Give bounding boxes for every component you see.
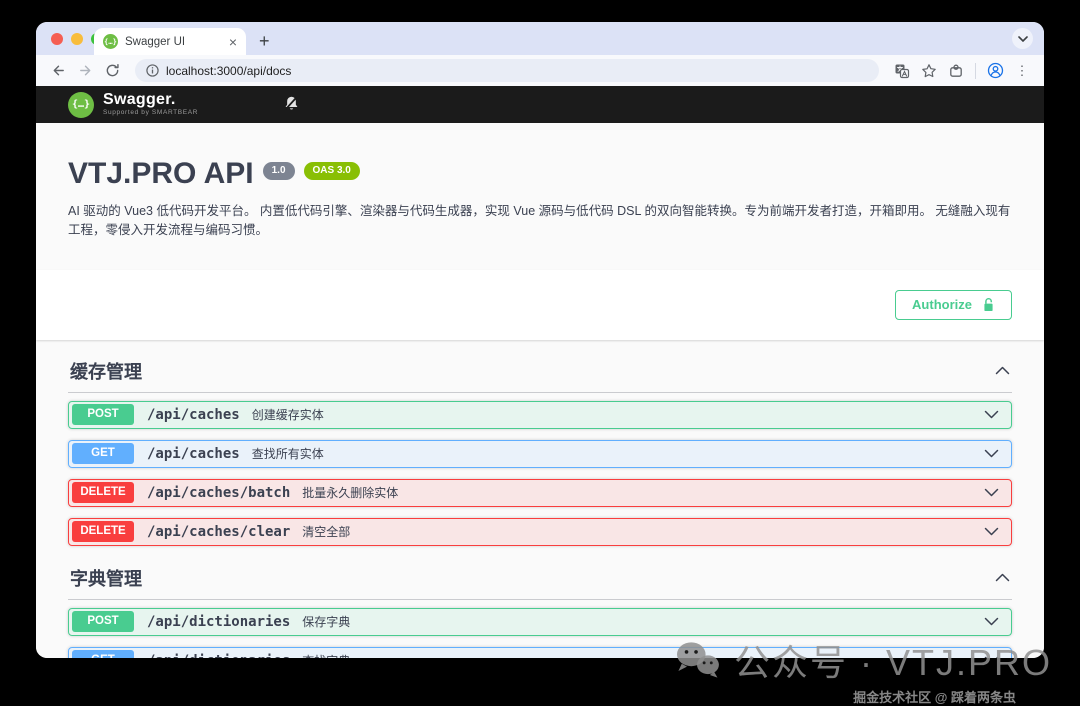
chevron-down-icon[interactable] [984, 488, 999, 497]
endpoint-summary: 清空全部 [302, 525, 351, 539]
address-bar[interactable]: localhost:3000/api/docs [135, 59, 879, 82]
authorize-button[interactable]: Authorize [895, 289, 1012, 320]
browser-tab-swagger-ui[interactable]: {…} Swagger UI × [94, 28, 246, 55]
swagger-logo: {…} Swagger. Supported by SMARTBEAR [68, 91, 199, 118]
oas-badge: OAS 3.0 [303, 162, 360, 180]
toolbar-separator [975, 62, 976, 79]
chevron-down-icon[interactable] [984, 449, 999, 458]
chevron-up-icon[interactable] [995, 366, 1010, 375]
translate-icon[interactable] [890, 59, 914, 83]
swagger-logo-text: Swagger. [103, 91, 176, 109]
chevron-up-icon[interactable] [995, 573, 1010, 582]
forward-icon[interactable] [73, 59, 97, 83]
swagger-logo-icon: {…} [68, 91, 94, 118]
swagger-favicon-icon: {…} [103, 34, 118, 49]
endpoint-path: /api/caches [147, 445, 240, 462]
api-info: VTJ.PRO API 1.0 OAS 3.0 AI 驱动的 Vue3 低代码开… [36, 123, 1044, 240]
method-badge: DELETE [72, 481, 134, 504]
endpoint-row[interactable]: POST/api/caches 创建缓存实体 [68, 400, 1012, 429]
method-badge: GET [72, 649, 134, 658]
wechat-icon [676, 642, 719, 678]
endpoint-summary: 查找所有实体 [251, 447, 324, 461]
swagger-topbar: {…} Swagger. Supported by SMARTBEAR [36, 86, 1044, 123]
method-badge: POST [72, 403, 134, 426]
endpoint-row[interactable]: DELETE/api/caches/clear 清空全部 [68, 517, 1012, 546]
endpoint-summary: 批量永久删除实体 [302, 486, 399, 500]
section-title: 缓存管理 [70, 361, 142, 382]
tab-close-icon[interactable]: × [229, 35, 237, 49]
endpoint-summary: 创建缓存实体 [251, 408, 324, 422]
bell-slash-icon [283, 95, 300, 118]
watermark-main-text: 公众号 · VTJ.PRO [733, 642, 1052, 683]
authorize-label: Authorize [912, 297, 972, 312]
section-header[interactable]: 缓存管理 [68, 350, 1012, 393]
endpoint-summary: 查找字典 [302, 652, 350, 658]
browser-toolbar: localhost:3000/api/docs ⋮ [36, 55, 1044, 86]
browser-window: {…} Swagger UI × + localhost:3000/api/do… [36, 22, 1044, 658]
endpoint-row[interactable]: DELETE/api/caches/batch 批量永久删除实体 [68, 478, 1012, 507]
browser-menu-icon[interactable]: ⋮ [1010, 59, 1034, 83]
method-badge: POST [72, 610, 134, 633]
method-badge: DELETE [72, 520, 134, 543]
section-title: 字典管理 [70, 568, 142, 589]
close-window-button[interactable] [51, 33, 63, 45]
endpoint-row[interactable]: POST/api/dictionaries 保存字典 [68, 607, 1012, 636]
bookmark-star-icon[interactable] [917, 59, 941, 83]
unlock-icon [984, 297, 993, 311]
watermark-sub-text: 掘金技术社区 @ 踩着两条虫 [853, 690, 1016, 705]
version-badge: 1.0 [262, 162, 295, 180]
chevron-down-icon[interactable] [984, 527, 999, 536]
method-badge: GET [72, 442, 134, 465]
site-info-icon[interactable] [146, 64, 159, 77]
endpoint-row[interactable]: GET/api/caches 查找所有实体 [68, 439, 1012, 468]
smartbear-subtext: Supported by SMARTBEAR [103, 109, 199, 117]
profile-avatar-icon[interactable] [983, 59, 1007, 83]
endpoint-path: /api/caches/batch [147, 484, 291, 501]
reload-icon[interactable] [100, 59, 124, 83]
endpoint-path: /api/dictionaries [147, 613, 291, 630]
section-header[interactable]: 字典管理 [68, 557, 1012, 600]
extensions-icon[interactable] [944, 59, 968, 83]
api-sections: 缓存管理 POST/api/caches 创建缓存实体 GET/api/caches 查… [36, 340, 1044, 659]
endpoint-summary: 保存字典 [302, 615, 351, 629]
chevron-down-icon[interactable] [984, 410, 999, 419]
endpoint-path: /api/dictionaries [147, 653, 290, 659]
swagger-page: VTJ.PRO API 1.0 OAS 3.0 AI 驱动的 Vue3 低代码开… [36, 123, 1044, 658]
page-title: VTJ.PRO API [68, 157, 254, 190]
chevron-down-icon[interactable] [984, 617, 999, 626]
endpoint-path: /api/caches/clear [147, 523, 291, 540]
new-tab-button[interactable]: + [259, 32, 270, 50]
endpoint-path: /api/caches [147, 406, 240, 423]
api-section: 缓存管理 POST/api/caches 创建缓存实体 GET/api/caches 查… [68, 350, 1012, 546]
tab-title: Swagger UI [125, 35, 186, 48]
scheme-container: Authorize [36, 269, 1044, 340]
api-description: AI 驱动的 Vue3 低代码开发平台。 内置低代码引擎、渲染器与代码生成器，实… [68, 204, 1011, 237]
minimize-window-button[interactable] [71, 33, 83, 45]
tab-strip: {…} Swagger UI × + [36, 22, 1044, 55]
url-text[interactable]: localhost:3000/api/docs [166, 64, 291, 78]
tab-search-chevron-icon[interactable] [1012, 28, 1033, 49]
watermark: 公众号 · VTJ.PRO 掘金技术社区 @ 踩着两条虫 [674, 634, 1052, 706]
back-icon[interactable] [46, 59, 70, 83]
api-title-row: VTJ.PRO API 1.0 OAS 3.0 [68, 157, 1012, 191]
